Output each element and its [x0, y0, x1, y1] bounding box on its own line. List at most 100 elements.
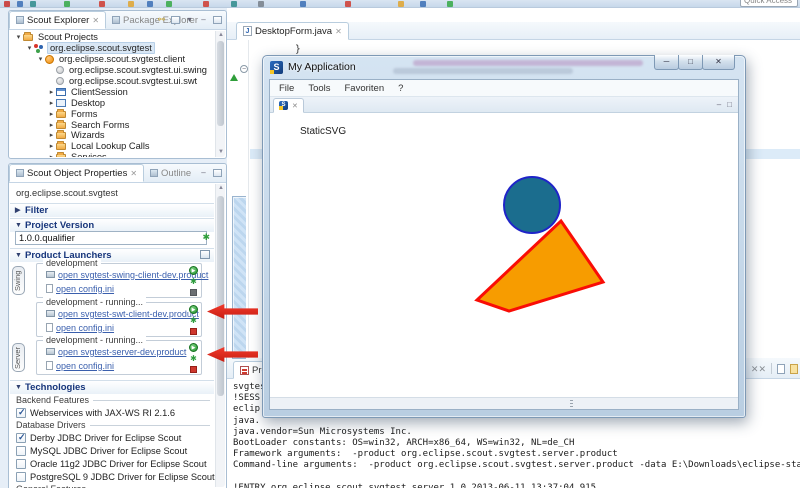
menu-item-favoriten[interactable]: Favoriten — [345, 83, 385, 94]
collapse-all-icon[interactable] — [171, 15, 180, 24]
version-input[interactable]: 1.0.0.qualifier — [15, 231, 207, 245]
debug-icon[interactable]: ✱ — [189, 277, 198, 286]
product-launchers-section-header[interactable]: ▼ Product Launchers — [10, 248, 214, 262]
remove-all-icon[interactable]: ✕✕ — [751, 364, 766, 374]
launcher-link[interactable]: open config.ini — [56, 323, 114, 333]
launcher-link[interactable]: open svgtest-server-dev.product — [58, 347, 186, 357]
svg-circle-shape[interactable] — [503, 176, 561, 234]
technology-row[interactable]: Derby JDBC Driver for Eclipse Scout — [16, 431, 210, 444]
toolbar-icon[interactable] — [128, 1, 134, 7]
toolbar-icon[interactable] — [30, 1, 36, 7]
tree-item[interactable]: ▸ Services — [10, 152, 214, 157]
view-menu-icon[interactable]: ▾ — [185, 15, 194, 24]
checkbox[interactable] — [16, 458, 26, 469]
toolbar-icon[interactable] — [147, 1, 153, 7]
minimize-icon[interactable]: – — [199, 15, 208, 24]
toolbar-icon[interactable] — [398, 1, 404, 7]
quick-access-input[interactable]: Quick Access — [740, 0, 798, 7]
expander-open-icon[interactable]: ▾ — [36, 55, 45, 63]
tree-item[interactable]: ▾ org.eclipse.scout.svgtest — [10, 42, 214, 55]
toolbar-icon[interactable] — [300, 1, 306, 7]
splitter-grip[interactable] — [570, 400, 573, 409]
tree-item[interactable]: ▸ Search Forms — [10, 119, 214, 130]
toolbar-icon[interactable] — [99, 1, 105, 7]
version-apply-icon[interactable]: ✱ — [202, 232, 210, 243]
toolbar-icon[interactable] — [420, 1, 426, 7]
toolbar-icon[interactable] — [231, 1, 237, 7]
toolbar-icon[interactable] — [203, 1, 209, 7]
toolbar-icon[interactable] — [17, 1, 23, 7]
stop-icon[interactable] — [190, 289, 197, 296]
maximize-icon[interactable] — [213, 168, 222, 177]
expander-closed-icon[interactable]: ▸ — [47, 88, 56, 96]
minimize-icon[interactable]: – — [199, 168, 208, 177]
tree-item[interactable]: ▸ Desktop — [10, 97, 214, 108]
properties-tab-scout-object-properties[interactable]: Scout Object Properties ✕ — [9, 164, 145, 182]
svg-polygon-shape[interactable] — [474, 218, 606, 313]
tree-item[interactable]: ▾ org.eclipse.scout.svgtest.client — [10, 54, 214, 65]
menu-item-tools[interactable]: Tools — [308, 83, 330, 94]
debug-icon[interactable]: ✱ — [189, 316, 198, 325]
toolbar-icon[interactable] — [345, 1, 351, 7]
static-svg-graphic[interactable] — [432, 165, 652, 345]
explorer-tab-scout-explorer[interactable]: Scout Explorer ✕ — [9, 11, 107, 29]
edit-launchers-icon[interactable] — [200, 250, 210, 259]
close-icon[interactable]: ✕ — [92, 16, 99, 25]
properties-scrollbar[interactable]: ▲ — [215, 184, 225, 487]
technology-row[interactable]: PostgreSQL 9 JDBC Driver for Eclipse Sco… — [16, 470, 215, 483]
stop-icon[interactable] — [190, 366, 197, 373]
clear-console-icon[interactable] — [777, 363, 785, 374]
tree-item[interactable]: org.eclipse.scout.svgtest.ui.swing — [10, 65, 214, 76]
tree-item[interactable]: org.eclipse.scout.svgtest.ui.swt — [10, 76, 214, 87]
expander-closed-icon[interactable]: ▸ — [47, 121, 56, 129]
launcher-link[interactable]: open svgtest-swing-client-dev.product — [58, 270, 208, 280]
tree-item[interactable]: ▸ Local Lookup Calls — [10, 141, 214, 152]
maximize-view-icon[interactable]: □ — [727, 100, 732, 109]
form-tab[interactable]: S ✕ — [273, 98, 304, 113]
close-icon[interactable]: ✕ — [130, 169, 137, 178]
scroll-up-icon[interactable]: ▲ — [216, 184, 226, 193]
tree-item[interactable]: ▾ Scout Projects — [10, 32, 214, 43]
menu-item-help[interactable]: ? — [398, 83, 403, 94]
expander-open-icon[interactable]: ▾ — [14, 33, 23, 41]
run-icon[interactable]: ▶ — [189, 343, 198, 352]
scroll-lock-icon[interactable] — [790, 363, 798, 374]
technology-row[interactable]: Oracle 11g2 JDBC Driver for Eclipse Scou… — [16, 457, 210, 470]
launcher-link[interactable]: open config.ini — [56, 361, 114, 371]
minimize-button[interactable]: ─ — [654, 55, 679, 70]
menu-item-file[interactable]: File — [279, 83, 294, 94]
debug-icon[interactable]: ✱ — [189, 354, 198, 363]
close-icon[interactable]: ✕ — [292, 102, 298, 110]
expander-closed-icon[interactable]: ▸ — [47, 142, 56, 150]
fold-collapse-icon[interactable]: − — [240, 65, 248, 73]
technologies-section-header[interactable]: ▼ Technologies — [10, 380, 214, 394]
tree-item[interactable]: ▸ ClientSession — [10, 86, 214, 97]
checkbox[interactable] — [16, 432, 26, 443]
toolbar-icon[interactable] — [166, 1, 172, 7]
launcher-link[interactable]: open svgtest-swt-client-dev.product — [58, 309, 199, 319]
run-icon[interactable]: ▶ — [189, 305, 198, 314]
technology-row[interactable]: Webservices with JAX-WS RI 2.1.6 — [16, 406, 210, 419]
stop-icon[interactable] — [190, 328, 197, 335]
expander-closed-icon[interactable]: ▸ — [47, 153, 56, 157]
maximize-button[interactable]: □ — [678, 55, 703, 70]
close-button[interactable]: ✕ — [702, 55, 735, 70]
close-icon[interactable]: ✕ — [335, 27, 342, 36]
technology-row[interactable]: MySQL JDBC Driver for Eclipse Scout — [16, 444, 210, 457]
toolbar-icon[interactable] — [4, 1, 10, 7]
project-version-section-header[interactable]: ▼ Project Version — [10, 218, 214, 232]
maximize-icon[interactable] — [213, 15, 222, 24]
expander-closed-icon[interactable]: ▸ — [47, 110, 56, 118]
minimize-view-icon[interactable]: – — [717, 100, 721, 109]
toolbar-icon[interactable] — [447, 1, 453, 7]
scroll-up-icon[interactable]: ▲ — [216, 31, 226, 40]
checkbox[interactable] — [16, 471, 26, 482]
tree-item[interactable]: ▸ Wizards — [10, 130, 214, 141]
expander-closed-icon[interactable]: ▸ — [47, 99, 56, 107]
link-with-editor-icon[interactable]: ⚯ — [157, 15, 166, 24]
properties-tab-outline[interactable]: Outline — [144, 164, 197, 182]
toolbar-icon[interactable] — [64, 1, 70, 7]
expander-open-icon[interactable]: ▾ — [25, 44, 34, 52]
checkbox[interactable] — [16, 445, 26, 456]
scroll-down-icon[interactable]: ▼ — [216, 148, 226, 157]
